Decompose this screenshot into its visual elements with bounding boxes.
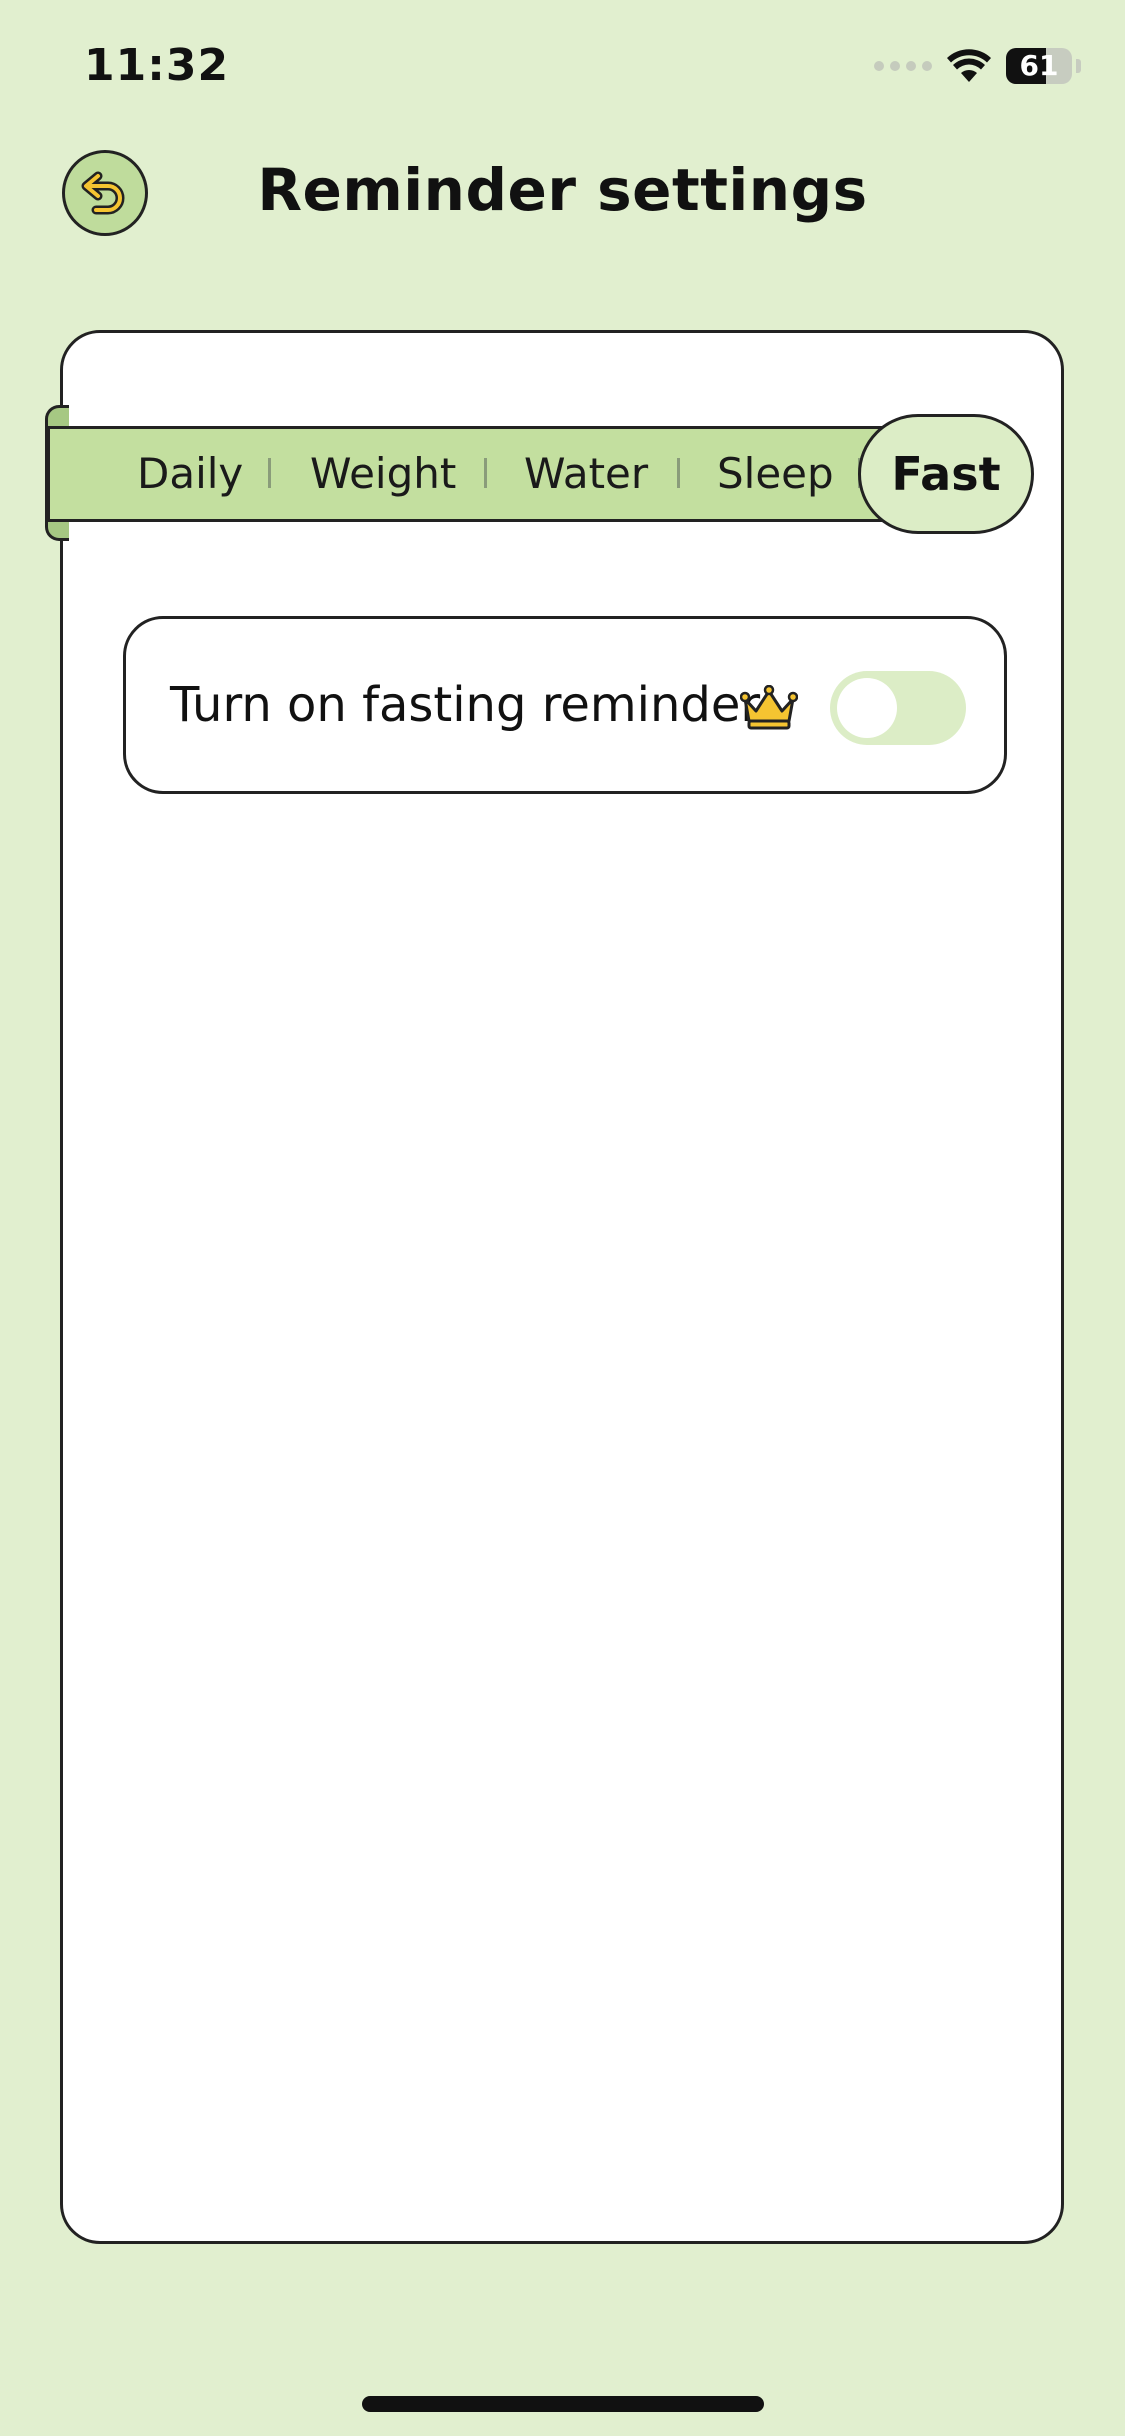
battery-level: 61 xyxy=(1019,49,1059,82)
tab-divider xyxy=(677,458,680,488)
status-indicators: 61 xyxy=(874,48,1081,84)
tab-weight[interactable]: Weight xyxy=(310,426,456,522)
tab-divider xyxy=(484,458,487,488)
status-bar: 11:32 61 xyxy=(0,0,1125,140)
tab-fast[interactable]: Fast xyxy=(858,414,1034,534)
fasting-reminder-label: Turn on fasting reminder xyxy=(170,677,761,733)
status-time: 11:32 xyxy=(84,40,230,91)
tab-sleep[interactable]: Sleep xyxy=(717,426,834,522)
fasting-reminder-toggle[interactable] xyxy=(830,671,966,745)
toggle-knob xyxy=(837,678,897,738)
crown-icon xyxy=(740,685,798,730)
tab-daily[interactable]: Daily xyxy=(137,426,243,522)
battery-icon: 61 xyxy=(1006,48,1072,84)
wifi-icon xyxy=(947,49,991,82)
fasting-reminder-row: Turn on fasting reminder xyxy=(123,616,1007,794)
home-indicator[interactable] xyxy=(362,2396,764,2412)
tab-divider xyxy=(268,458,271,488)
cellular-signal-icon xyxy=(874,61,932,71)
tab-water[interactable]: Water xyxy=(524,426,648,522)
battery-nub xyxy=(1076,59,1081,73)
page-title: Reminder settings xyxy=(257,156,868,224)
